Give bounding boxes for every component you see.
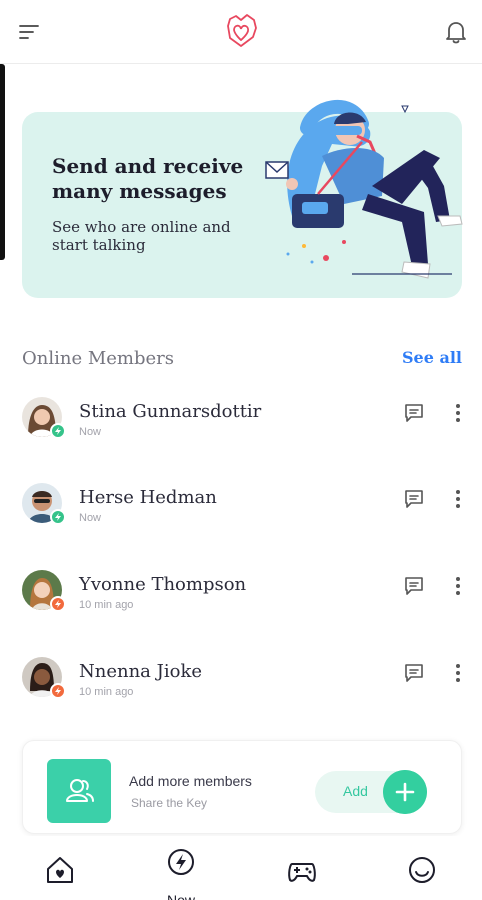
add-members-card: Add more members Share the Key Add [22, 740, 462, 834]
edge-scroll-indicator [0, 64, 5, 260]
nav-games[interactable] [280, 848, 324, 892]
bolt-icon [168, 849, 194, 875]
add-button-label: Add [343, 783, 368, 799]
home-heart-icon [47, 857, 73, 883]
add-card-subtitle: Share the Key [131, 796, 208, 810]
more-options-icon[interactable] [450, 574, 466, 598]
chat-icon[interactable] [402, 401, 426, 425]
add-members-tile [47, 759, 111, 823]
add-member-button[interactable]: Add [315, 770, 427, 814]
add-card-title: Add more members [129, 773, 252, 789]
chat-icon[interactable] [402, 661, 426, 685]
top-app-bar [0, 0, 482, 64]
heart-logo-icon [227, 14, 257, 47]
member-status: Now [79, 426, 102, 438]
chat-icon[interactable] [402, 574, 426, 598]
nav-now-label: Now [166, 892, 195, 900]
more-options-icon[interactable] [450, 487, 466, 511]
section-title: Online Members [22, 348, 174, 369]
see-all-link[interactable]: See all [402, 348, 462, 367]
menu-icon[interactable] [18, 20, 42, 44]
banner-title: Send and receive many messages [52, 154, 244, 203]
gamepad-icon [288, 863, 316, 882]
bell-icon[interactable] [442, 18, 470, 46]
promo-banner[interactable]: Send and receive many messages See who a… [22, 99, 463, 298]
online-status-icon [50, 423, 66, 439]
smile-icon [409, 857, 435, 883]
away-status-icon [50, 683, 66, 699]
nav-profile[interactable] [400, 848, 444, 892]
nav-home[interactable] [38, 848, 82, 892]
member-name: Yvonne Thompson [79, 574, 247, 595]
nav-now[interactable]: Now [159, 848, 203, 900]
plus-icon[interactable] [383, 770, 427, 814]
member-row[interactable]: Yvonne Thompson 10 min ago [22, 570, 468, 630]
member-row[interactable]: Herse Hedman Now [22, 483, 468, 543]
more-options-icon[interactable] [450, 401, 466, 425]
member-row[interactable]: Stina Gunnarsdottir Now [22, 397, 468, 457]
chat-icon[interactable] [402, 487, 426, 511]
online-status-icon [50, 509, 66, 525]
online-members-header: Online Members See all [22, 348, 462, 374]
banner-subtitle: See who are online and start talking [52, 218, 231, 254]
member-status: 10 min ago [79, 686, 134, 698]
member-name: Herse Hedman [79, 487, 217, 508]
member-name: Stina Gunnarsdottir [79, 401, 262, 422]
messenger-illustration [265, 99, 463, 279]
away-status-icon [50, 596, 66, 612]
more-options-icon[interactable] [450, 661, 466, 685]
bottom-navigation: Now [0, 836, 482, 900]
user-icon [66, 779, 94, 802]
member-name: Nnenna Jioke [79, 661, 203, 682]
member-status: 10 min ago [79, 599, 134, 611]
member-row[interactable]: Nnenna Jioke 10 min ago [22, 657, 468, 717]
member-status: Now [79, 512, 102, 524]
